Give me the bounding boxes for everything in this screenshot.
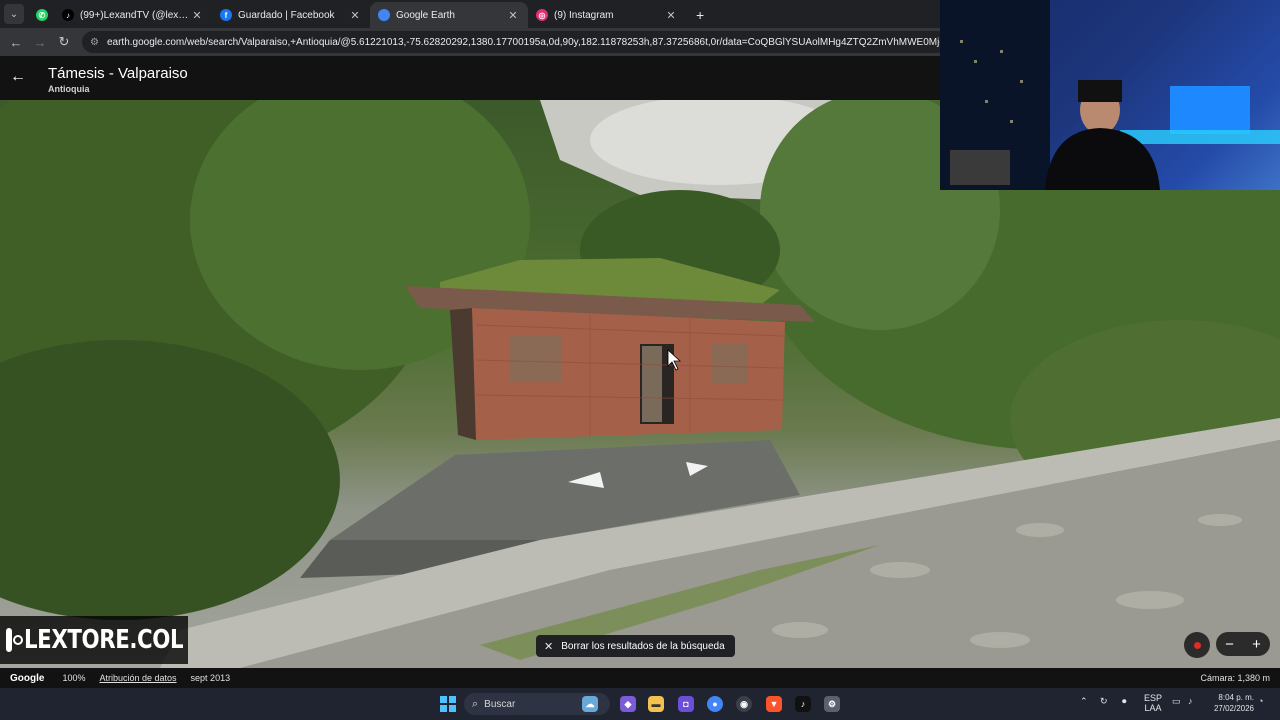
settings-icon[interactable]: ⚙ [824,696,840,712]
microphone-icon[interactable]: ⏺ [1122,696,1127,707]
app-icon[interactable]: ◘ [678,696,694,712]
arrow-back-icon[interactable]: ← [10,68,26,86]
tab-tiktok[interactable]: ♪ (99+)LexandTV (@lexandtv) | T ✕ [54,2,212,28]
close-tab-icon[interactable]: ✕ [664,9,678,22]
close-tab-icon[interactable]: ✕ [348,9,362,22]
scale-percent: 100% [62,673,86,683]
chrome-icon[interactable]: ● [707,696,723,712]
forward-icon[interactable]: → [30,35,50,50]
tab-facebook[interactable]: f Guardado | Facebook ✕ [212,2,370,28]
tab-instagram[interactable]: ◎ (9) Instagram ✕ [528,2,686,28]
zoom-in-button[interactable]: + [1252,636,1261,653]
earth-footer: Google 100% Atribución de datos sept 201… [0,668,1280,688]
tiktok-icon[interactable]: ♪ [795,696,811,712]
instagram-icon: ◎ [536,9,548,21]
zoom-control: − + [1216,632,1270,656]
keyboard-layout: LAA [1144,703,1162,713]
imagery-date: sept 2013 [190,673,231,683]
close-tab-icon[interactable]: ✕ [190,9,204,22]
url-text: earth.google.com/web/search/Valparaiso,+… [106,36,1027,48]
zoom-out-button[interactable]: − [1225,636,1234,653]
copilot-icon[interactable]: ◆ [620,696,636,712]
close-icon[interactable]: ✕ [544,640,553,653]
clear-search-chip[interactable]: ✕ Borrar los resultados de la búsqueda [536,635,735,657]
google-earth-icon [378,9,390,21]
compass-button[interactable] [1184,632,1210,658]
channel-watermark: LEXTORE.COL [0,616,188,664]
streamer-webcam [940,0,1280,190]
place-title: Támesis - Valparaiso [48,65,188,82]
tab-title: Google Earth [396,9,455,21]
camera-altitude: Cámara: 1,380 m [1200,673,1270,683]
chevron-up-icon[interactable]: ⌃ [1080,696,1088,707]
place-subtitle: Antioquia [48,84,90,94]
language-code: ESP [1144,693,1163,703]
taskbar-search-label: Buscar [484,698,516,710]
windows-taskbar: ⌕ Buscar ☁ ◆ ▬ ◘ ● ◉ ▼ ♪ ⚙ ⌃ ↻ ⏺ ESP LAA… [0,688,1280,720]
tab-title: Guardado | Facebook [238,9,335,21]
file-explorer-icon[interactable]: ▬ [648,696,664,712]
site-info-icon[interactable]: ⚙ [90,37,99,48]
compass-needle-icon [1193,641,1201,649]
tab-title: (99+)LexandTV (@lexandtv) | T [80,9,190,21]
reload-icon[interactable]: ↻ [54,34,74,50]
tab-google-earth[interactable]: Google Earth ✕ [370,2,528,28]
tab-whatsapp[interactable]: ✆ [30,2,54,28]
clock-time: 8:04 p. m. [1218,693,1254,702]
volume-icon[interactable]: ♪ [1188,696,1193,706]
tiktok-icon: ♪ [62,9,74,21]
notification-bell-icon[interactable]: ◔ [1258,696,1263,706]
language-indicator[interactable]: ESP LAA [1144,693,1162,713]
close-tab-icon[interactable]: ✕ [506,9,520,22]
start-windows-icon[interactable] [440,696,456,712]
weather-widget-icon[interactable]: ☁ [582,696,598,712]
search-icon: ⌕ [472,697,479,710]
network-icon[interactable]: ▭ [1172,696,1181,707]
clock-date: 27/02/2026 [1213,704,1254,713]
back-icon[interactable]: ← [6,35,26,50]
system-clock[interactable]: 8:04 p. m. 27/02/2026 [1206,692,1254,714]
data-attribution-link[interactable]: Atribución de datos [99,673,176,683]
instagram-icon [6,628,23,652]
tab-search-menu-icon[interactable]: ⌄ [4,4,24,24]
brave-icon[interactable]: ▼ [766,696,782,712]
obs-icon[interactable]: ◉ [736,696,752,712]
google-logo: Google [10,672,45,684]
facebook-icon: f [220,9,232,21]
clear-search-label: Borrar los resultados de la búsqueda [561,640,725,652]
tab-title: (9) Instagram [554,9,614,21]
new-tab-button[interactable]: + [696,7,704,23]
brand-handle: LEXTORE.COL [24,625,184,655]
whatsapp-icon: ✆ [36,9,48,21]
sync-icon[interactable]: ↻ [1100,696,1108,707]
